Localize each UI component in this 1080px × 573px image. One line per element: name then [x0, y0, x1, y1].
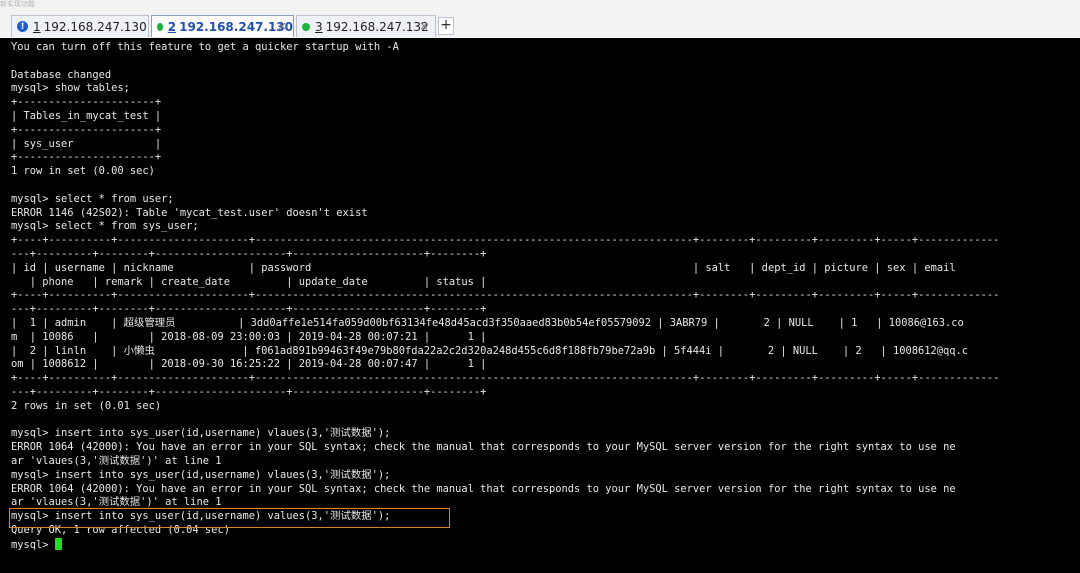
close-icon[interactable]: ×: [277, 19, 287, 33]
warning-icon: !: [17, 21, 28, 32]
terminal-output: You can turn off this feature to get a q…: [0, 38, 1080, 552]
tab-number: 3: [315, 19, 323, 34]
terminal-prompt: mysql>: [11, 538, 55, 551]
close-icon[interactable]: ×: [419, 19, 429, 33]
tab-label: 192.168.247.132: [325, 19, 429, 34]
tab-number: 1: [33, 19, 41, 34]
tab-label: 192.168.247.130: [179, 19, 293, 34]
tab-session-1[interactable]: ! 1 192.168.247.130: [11, 15, 149, 37]
status-ok-icon: [302, 22, 310, 31]
tab-number: 2: [167, 19, 177, 34]
tab-label: 192.168.247.130: [43, 19, 147, 34]
terminal-text: You can turn off this feature to get a q…: [11, 41, 1000, 536]
highlight-box: [9, 508, 450, 528]
tab-session-3[interactable]: 3 192.168.247.132 ×: [296, 15, 436, 37]
window-title-strip: 新实现功能: [0, 0, 35, 8]
status-ok-icon: [157, 22, 163, 31]
tab-session-2[interactable]: 2 192.168.247.130 ×: [151, 15, 294, 37]
terminal-window[interactable]: You can turn off this feature to get a q…: [0, 38, 1080, 573]
new-tab-button[interactable]: +: [438, 17, 454, 35]
tab-bar: 新实现功能 ! 1 192.168.247.130 2 192.168.247.…: [0, 0, 1080, 39]
terminal-cursor: [54, 537, 62, 550]
